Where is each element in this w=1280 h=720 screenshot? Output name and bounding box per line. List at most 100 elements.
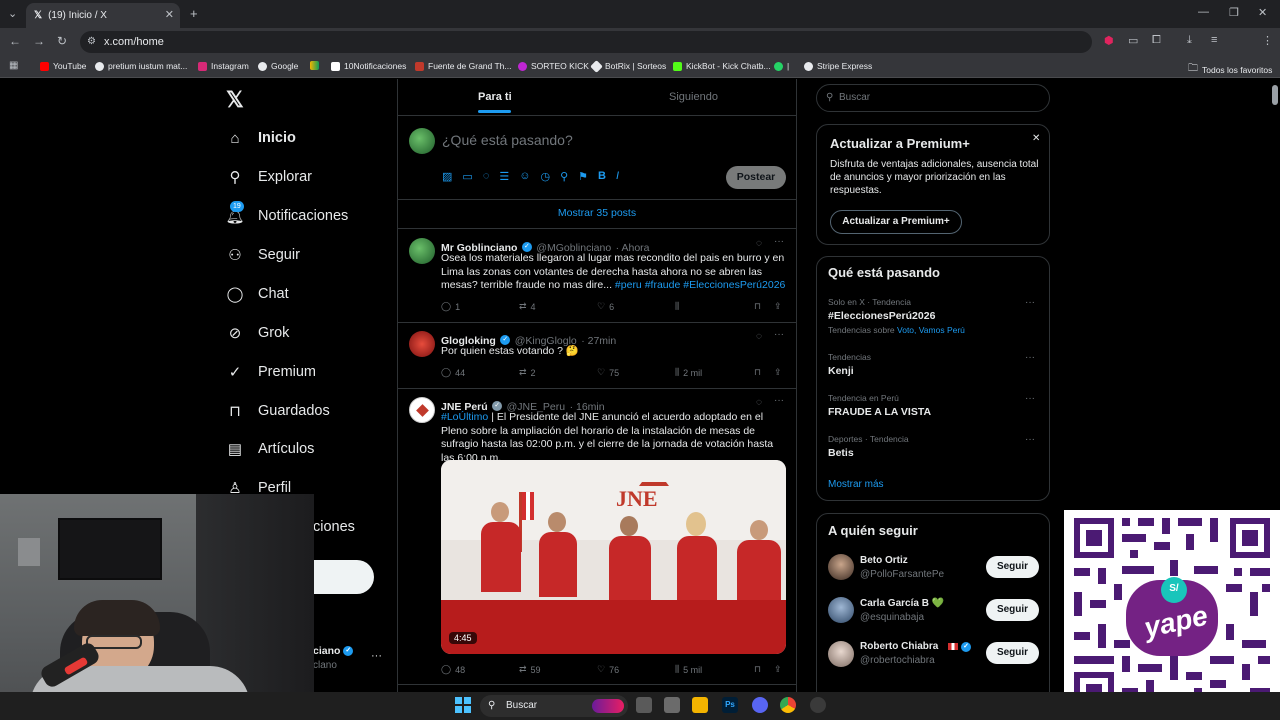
user-avatar[interactable] — [409, 128, 435, 154]
follow-button[interactable]: Seguir — [986, 599, 1039, 621]
like-button[interactable]: ♡ 76 — [597, 664, 619, 675]
nav-inicio[interactable]: ⌂ Inicio — [226, 129, 295, 147]
tab-search-icon[interactable]: ⌄ — [8, 7, 17, 20]
nav-grok[interactable]: ⊘ Grok — [226, 324, 290, 342]
nav-notificaciones[interactable]: 🔔︎ 19 Notificaciones — [225, 201, 348, 225]
photoshop-icon[interactable]: Ps — [722, 697, 738, 713]
maximize-icon[interactable]: ❐ — [1229, 6, 1239, 19]
grok-icon[interactable]: ◌ — [756, 397, 762, 408]
all-bookmarks[interactable]: 🗀 Todos los favoritos — [1188, 61, 1272, 78]
like-button[interactable]: ♡ 75 — [597, 367, 619, 378]
tab-siguiendo[interactable]: Siguiendo — [669, 91, 718, 103]
new-tab-icon[interactable]: + — [190, 6, 198, 21]
profile-name-partial[interactable]: ciano ✓ — [313, 645, 354, 657]
minimize-icon[interactable]: — — [1198, 6, 1209, 18]
trend-item[interactable]: Solo en X · Tendencia #EleccionesPerú202… — [828, 297, 1038, 335]
share-button[interactable]: ⇪ — [774, 664, 782, 675]
trend-item[interactable]: Tendencia en Perú FRAUDE A LA VISTA — [828, 393, 1038, 418]
share-button[interactable]: ⇪ — [774, 367, 782, 378]
avatar[interactable] — [409, 397, 435, 423]
bookmark-colorful[interactable] — [310, 61, 319, 70]
site-info-icon[interactable]: ⚙ — [87, 31, 96, 53]
tab-para-ti[interactable]: Para ti — [478, 91, 512, 103]
nav-chat[interactable]: ◯ Chat — [226, 285, 289, 303]
windows-start-icon[interactable] — [455, 697, 471, 713]
grok-icon[interactable]: ◌ — [756, 238, 762, 249]
emoji-icon[interactable]: ☺ — [519, 170, 530, 183]
steam-icon[interactable] — [810, 697, 826, 713]
search-input[interactable]: ⚲ Buscar — [816, 84, 1050, 112]
views-button[interactable]: ⫼ 2 mil — [675, 367, 702, 378]
nav-premium[interactable]: ✓ Premium — [226, 363, 316, 381]
bookmark-stripe[interactable]: Stripe Express — [804, 61, 872, 71]
back-icon[interactable]: ← — [9, 34, 21, 48]
nav-articulos[interactable]: ▤ Artículos — [226, 440, 315, 458]
follow-button[interactable]: Seguir — [986, 556, 1039, 578]
follow-name[interactable]: Beto Ortiz — [860, 555, 908, 566]
poll-icon[interactable]: ☰ — [499, 170, 509, 183]
avatar[interactable] — [409, 238, 435, 264]
repost-button[interactable]: ⇄ 2 — [519, 367, 536, 378]
more-icon[interactable]: ··· — [774, 236, 784, 247]
bookmark-10notificaciones[interactable]: 10Notificaciones — [331, 61, 406, 71]
follow-name[interactable]: Roberto Chiabra ✓ — [860, 641, 971, 652]
extension-icon[interactable]: ▭ — [1128, 34, 1138, 47]
more-icon[interactable]: ··· — [774, 329, 784, 340]
bookmark-kickbot[interactable]: KickBot - Kick Chatb... — [673, 61, 771, 71]
avatar[interactable] — [828, 597, 854, 623]
forward-icon[interactable]: → — [33, 34, 45, 48]
bookmark-button[interactable]: ⊓ — [754, 664, 761, 675]
puzzle-icon[interactable]: ⧠ — [1152, 34, 1161, 47]
bookmark-sorteo-kick[interactable]: SORTEO KICK — [518, 61, 589, 71]
post-button[interactable]: Postear — [726, 166, 786, 189]
x-logo-icon[interactable]: 𝕏 — [226, 87, 244, 113]
address-bar[interactable]: ⚙ x.com/home — [80, 31, 1092, 53]
window-close-icon[interactable]: ✕ — [1258, 6, 1267, 19]
bookmark-google[interactable]: Google — [258, 61, 298, 71]
follow-button[interactable]: Seguir — [986, 642, 1039, 664]
reply-button[interactable]: ◯ 1 — [441, 301, 460, 312]
repost-button[interactable]: ⇄ 59 — [519, 664, 541, 675]
more-icon[interactable]: ··· — [774, 395, 784, 406]
more-icon[interactable]: ··· — [1025, 434, 1035, 445]
show-more-link[interactable]: Mostrar más — [828, 479, 884, 490]
premium-button[interactable]: Actualizar a Premium+ — [830, 210, 962, 234]
file-explorer-icon[interactable] — [692, 697, 708, 713]
views-button[interactable]: ⫼ 5 mil — [675, 664, 702, 675]
views-button[interactable]: ⫼ — [675, 301, 679, 312]
share-button[interactable]: ⇪ — [774, 301, 782, 312]
media-icon[interactable]: ≡ — [1211, 34, 1217, 46]
bookmark-whatsapp[interactable]: | — [774, 61, 789, 71]
bold-icon[interactable]: B — [598, 170, 606, 183]
grok-icon[interactable]: ◌ — [483, 170, 490, 183]
extension-red-icon[interactable]: ⬢ — [1104, 34, 1114, 47]
close-icon[interactable]: ✕ — [165, 8, 174, 21]
bookmark-fuente[interactable]: Fuente de Grand Th... — [415, 61, 511, 71]
nav-seguir[interactable]: ⚇ Seguir — [226, 246, 300, 264]
location-icon[interactable]: ⚲ — [560, 170, 568, 183]
reply-button[interactable]: ◯ 44 — [441, 367, 465, 378]
nav-guardados[interactable]: ⊓ Guardados — [226, 402, 330, 420]
nav-more-partial[interactable]: ciones — [313, 519, 355, 535]
taskbar-search[interactable]: ⚲ Buscar — [480, 695, 628, 717]
avatar[interactable] — [828, 641, 854, 667]
browser-tab[interactable]: 𝕏 (19) Inicio / X ✕ — [26, 3, 180, 28]
more-icon[interactable]: ··· — [1025, 297, 1035, 308]
image-icon[interactable]: ▨ — [442, 170, 452, 183]
follow-handle[interactable]: @PolloFarsantePe — [860, 569, 944, 580]
avatar[interactable] — [409, 331, 435, 357]
grok-icon[interactable]: ◌ — [756, 331, 762, 342]
tweet-video[interactable]: JNE 4:45 — [441, 460, 786, 654]
like-button[interactable]: ♡ 6 — [597, 301, 614, 312]
chrome-icon[interactable] — [780, 697, 796, 713]
flag-icon[interactable]: ⚑ — [578, 170, 588, 183]
profile-more-icon[interactable]: ··· — [371, 650, 382, 662]
more-icon[interactable]: ··· — [1025, 352, 1035, 363]
avatar[interactable] — [828, 554, 854, 580]
follow-handle[interactable]: @esquinabaja — [860, 612, 924, 623]
bookmark-youtube[interactable]: YouTube — [40, 61, 86, 71]
show-posts-link[interactable]: Mostrar 35 posts — [398, 200, 796, 228]
apps-grid-icon[interactable]: ▦ — [9, 60, 18, 71]
bookmark-pretium[interactable]: pretium iustum mat... — [95, 61, 187, 71]
reload-icon[interactable]: ↻ — [57, 34, 67, 48]
